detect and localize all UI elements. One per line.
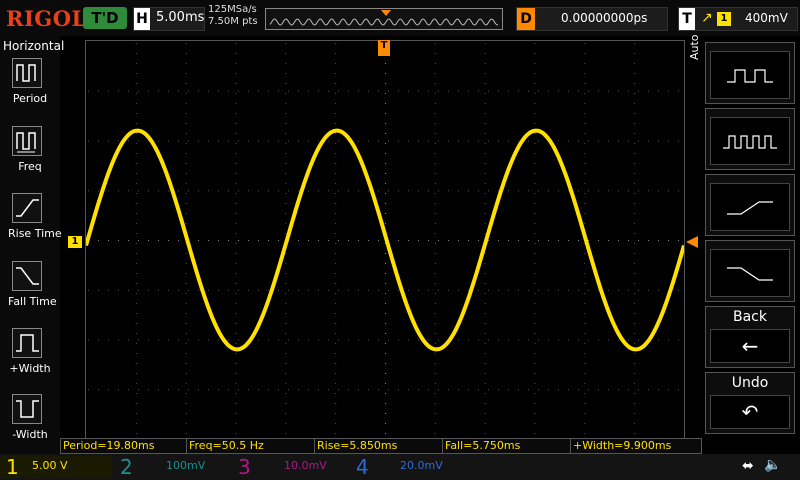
rising-edge-icon: ↗: [701, 10, 713, 26]
menu-title: Horizontal: [3, 39, 65, 53]
acquisition-status[interactable]: T'D: [83, 7, 127, 29]
ch3-scale: 10.0mV: [284, 459, 327, 472]
measurement-rise[interactable]: Rise=5.850ms: [314, 438, 444, 454]
sample-rate: 125MSa/s: [208, 4, 257, 15]
fall-time-icon: [12, 261, 42, 291]
ch1-number: 1: [6, 455, 19, 479]
sample-points: 7.50M pts: [208, 16, 258, 27]
falling-edge-shape-icon: [710, 249, 790, 297]
auto-label: Auto: [688, 34, 701, 60]
horizontal-value: 5.00ms: [156, 10, 205, 25]
neg-width-icon: [12, 394, 42, 424]
sample-info: 125MSa/s 7.50M pts: [208, 4, 258, 28]
graticule: [84, 43, 686, 434]
single-pulse-button[interactable]: [705, 42, 795, 104]
delay-label: D: [517, 8, 535, 30]
neg-width-menu-item[interactable]: -Width: [8, 394, 52, 441]
back-label: Back: [733, 309, 767, 325]
trigger-readout[interactable]: T ↗ 1 400mV: [678, 7, 798, 31]
ch4-scale: 20.0mV: [400, 459, 443, 472]
trigger-label: T: [679, 8, 695, 30]
rising-edge-shape-icon: [710, 183, 790, 231]
ch3-number: 3: [238, 455, 251, 479]
ch1-scale: 5.00 V: [32, 459, 68, 472]
horizontal-label: H: [134, 8, 150, 30]
fall-time-menu-item[interactable]: Fall Time: [8, 261, 57, 308]
period-icon: [12, 58, 42, 88]
delay-value: 0.00000000ps: [561, 11, 648, 25]
rise-time-menu-item[interactable]: Rise Time: [8, 193, 62, 240]
period-menu-item[interactable]: Period: [8, 58, 52, 105]
waveform-display[interactable]: [84, 40, 686, 440]
freq-icon: [12, 126, 42, 156]
pulse-train-icon: [710, 117, 790, 165]
back-arrow-icon: ←: [710, 329, 790, 363]
ch1-offset-marker[interactable]: 1: [68, 236, 82, 248]
single-pulse-icon: [710, 51, 790, 99]
ch2-scale: 100mV: [166, 459, 206, 472]
period-label: Period: [12, 92, 48, 105]
ch3-tab[interactable]: 3 10.0mV: [232, 456, 344, 478]
trigger-source: 1: [717, 12, 731, 26]
trigger-level-marker[interactable]: [686, 236, 698, 248]
measurement-period[interactable]: Period=19.80ms: [60, 438, 188, 454]
undo-button[interactable]: Undo ↶: [705, 372, 795, 434]
ch4-tab[interactable]: 4 20.0mV: [350, 456, 462, 478]
rise-time-icon: [12, 193, 42, 223]
ch2-number: 2: [120, 455, 133, 479]
undo-label: Undo: [731, 375, 769, 391]
back-button[interactable]: Back ←: [705, 306, 795, 368]
ch2-tab[interactable]: 2 100mV: [114, 456, 226, 478]
trigger-position-marker[interactable]: T: [378, 40, 390, 56]
horizontal-scale[interactable]: H 5.00ms: [133, 7, 205, 31]
ch1-tab[interactable]: 1 5.00 V: [0, 456, 112, 478]
memory-overview-bar[interactable]: [265, 8, 503, 30]
freq-menu-item[interactable]: Freq: [8, 126, 52, 173]
memory-overview-wave: [269, 10, 499, 26]
rise-time-label: Rise Time: [8, 227, 62, 240]
freq-label: Freq: [18, 160, 42, 173]
falling-edge-button[interactable]: [705, 240, 795, 302]
speaker-icon: 🔈: [764, 457, 782, 473]
trigger-level: 400mV: [745, 11, 788, 25]
measurement-freq[interactable]: Freq=50.5 Hz: [186, 438, 316, 454]
pos-width-icon: [12, 328, 42, 358]
rising-edge-button[interactable]: [705, 174, 795, 236]
neg-width-label: -Width: [12, 428, 48, 441]
pulse-train-button[interactable]: [705, 108, 795, 170]
undo-icon: ↶: [710, 395, 790, 429]
brand-logo: RIGOL: [6, 6, 87, 31]
usb-icon: ⬌: [742, 458, 754, 474]
delay-readout[interactable]: D 0.00000000ps: [516, 7, 668, 31]
measurement-pos-width[interactable]: +Width=9.900ms: [570, 438, 702, 454]
pos-width-label: +Width: [9, 362, 51, 375]
ch4-number: 4: [356, 455, 369, 479]
pos-width-menu-item[interactable]: +Width: [8, 328, 52, 375]
measurement-fall[interactable]: Fall=5.750ms: [442, 438, 572, 454]
fall-time-label: Fall Time: [8, 295, 57, 308]
